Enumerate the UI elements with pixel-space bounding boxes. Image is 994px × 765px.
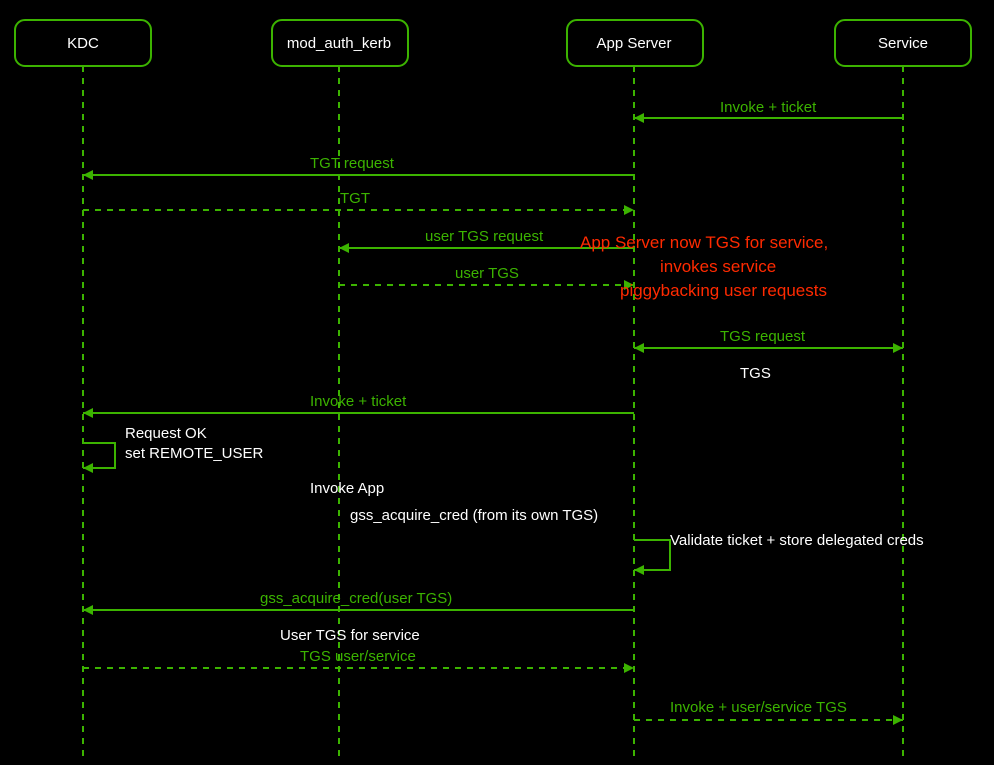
label-m4: user TGS request: [425, 228, 544, 245]
label-m6: TGS request: [720, 328, 806, 345]
label-m16: Invoke + user/service TGS: [670, 699, 847, 716]
note-line3: piggybacking user requests: [620, 281, 827, 300]
note-line2: invokes service: [660, 257, 776, 276]
label-m11: gss_acquire_cred (from its own TGS): [350, 507, 598, 524]
label-m7: TGS: [740, 365, 771, 382]
label-m14: User TGS for service: [280, 627, 420, 644]
label-m2: TGT request: [310, 155, 395, 172]
label-m3: TGT: [340, 190, 370, 207]
label-m12: Validate ticket + store delegated creds: [670, 532, 924, 549]
label-m8: Invoke + ticket: [310, 393, 407, 410]
self-m12: [634, 540, 670, 570]
label-m5: user TGS: [455, 265, 519, 282]
label-m9b: set REMOTE_USER: [125, 445, 264, 462]
label-m13: gss_acquire_cred(user TGS): [260, 590, 452, 607]
participant-svc-label: Service: [878, 35, 928, 52]
label-m1: Invoke + ticket: [720, 99, 817, 116]
participant-app-label: App Server: [596, 35, 671, 52]
label-m15: TGS user/service: [300, 648, 416, 665]
participant-kdc-label: KDC: [67, 35, 99, 52]
label-m9a: Request OK: [125, 425, 207, 442]
note-line1: App Server now TGS for service,: [580, 233, 828, 252]
sequence-diagram: KDC mod_auth_kerb App Server Service Inv…: [0, 0, 994, 765]
participant-mod-label: mod_auth_kerb: [287, 35, 391, 52]
label-m10: Invoke App: [310, 480, 384, 497]
self-m9: [83, 443, 115, 468]
